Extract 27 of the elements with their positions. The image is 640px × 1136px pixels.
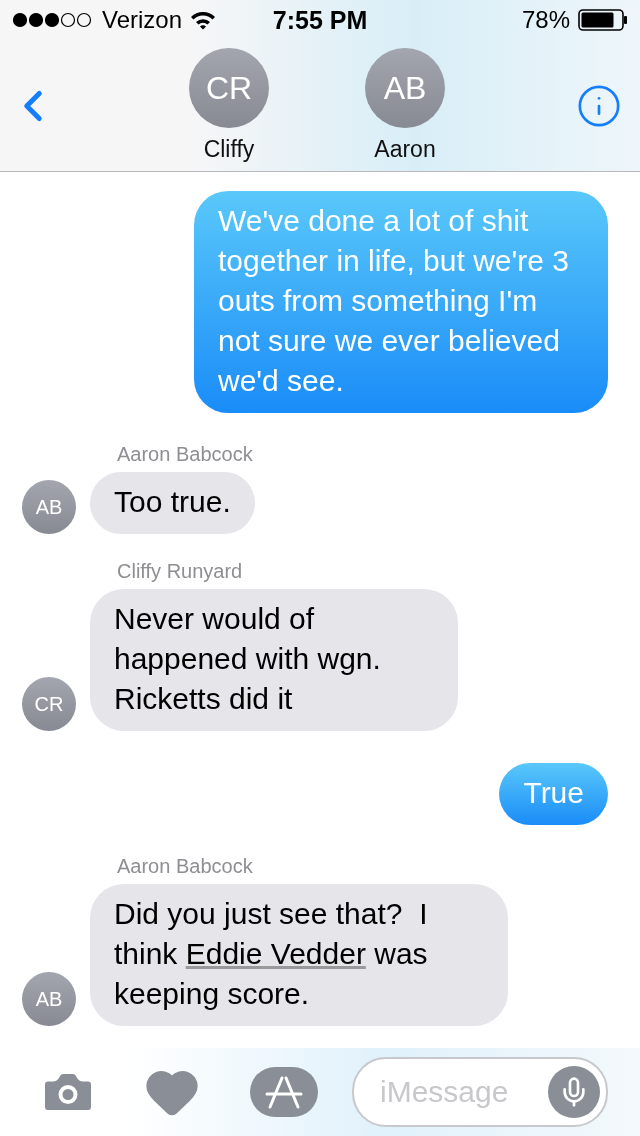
incoming-message-bubble: Did you just see that? I think Eddie Vedder was keeping score. [90,884,508,1026]
incoming-message-bubble: Never would of happened with wgn. Ricketts did it [90,589,458,731]
incoming-message-bubble: Too true. [90,472,255,534]
link[interactable]: Eddie Vedder [185,937,366,970]
battery-icon [578,9,628,31]
sender-name: Aaron Babcock [117,443,254,466]
sender-name: Aaron Babcock [117,855,254,878]
message-input-field[interactable]: iMessage [352,1057,608,1127]
contact-name[interactable]: Cliffy [203,136,255,163]
signal-icon [12,12,94,28]
message-input[interactable]: iMessage [378,1074,548,1110]
app-store-icon [264,1074,304,1110]
contact-name[interactable]: Aaron [374,136,436,163]
wifi-icon [190,10,217,30]
battery-percent: 78% [521,6,570,34]
outgoing-message-bubble: True [499,763,608,825]
avatar[interactable]: AB [22,972,76,1026]
app-store-button[interactable] [250,1067,318,1117]
contact-avatar[interactable]: CR [189,48,269,128]
sender-name: Cliffy Runyard [117,560,244,583]
contact-avatar[interactable]: AB [365,48,445,128]
carrier-name: Verizon [102,6,183,34]
outgoing-message-bubble: We've done a lot of shit together in life, but we're 3 outs from something I'm not sure we ever believed we'd see. [194,191,608,413]
avatar[interactable]: CR [22,677,76,731]
microphone-button[interactable] [548,1066,600,1118]
clock: 7:55 PM [272,5,368,35]
avatar[interactable]: AB [22,480,76,534]
